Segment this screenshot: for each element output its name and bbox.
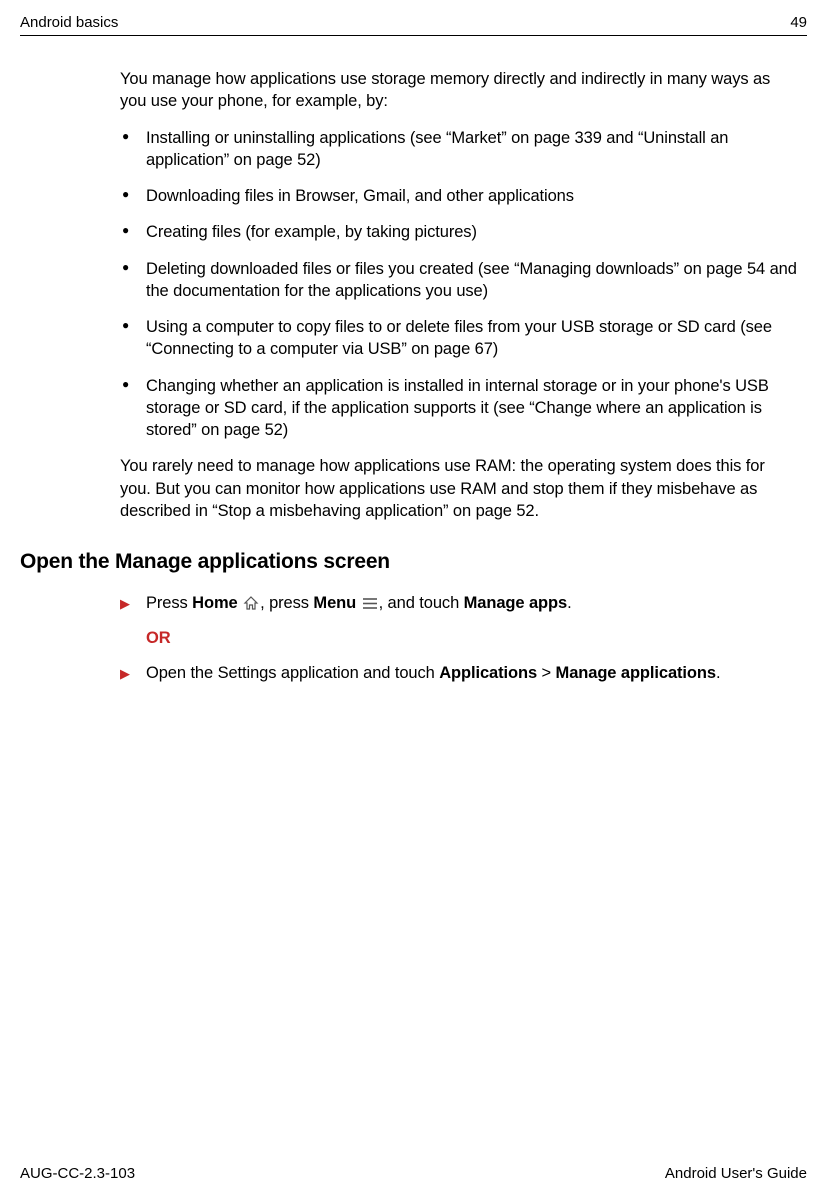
home-label: Home (192, 594, 237, 612)
menu-label: Menu (313, 594, 356, 612)
section-heading: Open the Manage applications screen (20, 550, 797, 574)
step-text: Open the Settings application and touch … (146, 664, 720, 682)
page-footer: AUG-CC-2.3-103 Android User's Guide (20, 1165, 807, 1182)
step-item: ▶ Press Home , press Menu , and touch Ma… (120, 592, 797, 650)
text-fragment: Open the Settings application and touch (146, 664, 439, 682)
list-item: Changing whether an application is insta… (120, 375, 797, 442)
page-header: Android basics 49 (20, 14, 807, 36)
applications-label: Applications (439, 664, 537, 682)
manage-applications-label: Manage applications (556, 664, 716, 682)
header-left: Android basics (20, 14, 118, 31)
list-item: Creating files (for example, by taking p… (120, 221, 797, 243)
text-fragment: , press (260, 594, 313, 612)
list-item: Installing or uninstalling applications … (120, 127, 797, 172)
triangle-bullet-icon: ▶ (120, 595, 130, 613)
intro-paragraph: You manage how applications use storage … (120, 68, 797, 113)
list-item: Using a computer to copy files to or del… (120, 316, 797, 361)
steps-list: ▶ Press Home , press Menu , and touch Ma… (120, 592, 797, 685)
main-content: You manage how applications use storage … (20, 68, 807, 686)
menu-icon (362, 594, 378, 617)
text-fragment: Press (146, 594, 192, 612)
or-separator: OR (146, 627, 797, 650)
text-fragment: > (537, 664, 556, 682)
home-icon (243, 594, 259, 617)
footer-doc-id: AUG-CC-2.3-103 (20, 1165, 135, 1182)
footer-guide-title: Android User's Guide (665, 1165, 807, 1182)
header-page-number: 49 (790, 14, 807, 31)
text-fragment: . (716, 664, 720, 682)
closing-paragraph: You rarely need to manage how applicatio… (120, 455, 797, 522)
triangle-bullet-icon: ▶ (120, 665, 130, 683)
list-item: Deleting downloaded files or files you c… (120, 258, 797, 303)
step-item: ▶ Open the Settings application and touc… (120, 662, 797, 685)
text-fragment: . (567, 594, 571, 612)
list-item: Downloading files in Browser, Gmail, and… (120, 185, 797, 207)
text-fragment: , and touch (379, 594, 464, 612)
bullet-list: Installing or uninstalling applications … (120, 127, 797, 442)
manage-apps-label: Manage apps (464, 594, 567, 612)
step-text: Press Home , press Menu , and touch Mana… (146, 594, 572, 612)
